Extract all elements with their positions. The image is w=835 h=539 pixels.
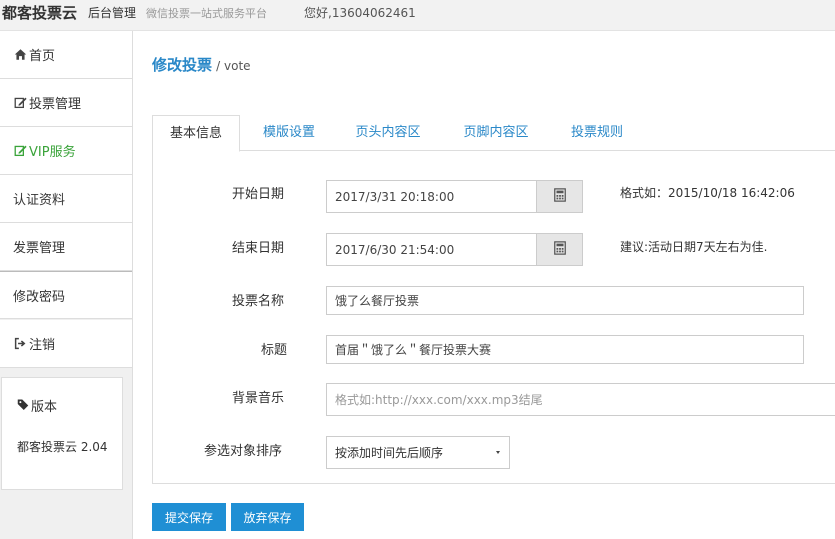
user-greeting: 您好,13604062461 — [304, 6, 416, 20]
brand-subtitle: 后台管理 — [88, 6, 137, 20]
submit-save-button[interactable]: 提交保存 — [152, 503, 226, 531]
sidebar-item-vote-management[interactable]: 投票管理 — [0, 79, 132, 127]
sidebar-item-change-password[interactable]: 修改密码 — [0, 271, 132, 319]
sign-out-icon — [13, 337, 27, 351]
tag-icon — [17, 398, 31, 414]
sort-order-label: 参选对象排序 — [204, 444, 283, 459]
sort-order-select[interactable]: 按添加时间先后顺序 — [326, 436, 510, 469]
page-heading: 修改投票 / vote — [152, 54, 251, 75]
version-title-row: 版本 — [17, 396, 57, 415]
tab-header-content[interactable]: 页头内容区 — [342, 115, 434, 151]
end-date-input[interactable] — [326, 233, 537, 266]
tab-basic-info[interactable]: 基本信息 — [152, 115, 240, 152]
sidebar-item-label: 首页 — [29, 49, 56, 64]
start-date-calendar-button[interactable] — [536, 180, 583, 213]
background-music-input[interactable] — [326, 383, 835, 416]
brand-name: 都客投票云 — [2, 4, 78, 22]
sidebar-item-label: 修改密码 — [13, 289, 66, 305]
tab-vote-rules[interactable]: 投票规则 — [556, 115, 638, 151]
end-date-calendar-button[interactable] — [536, 233, 583, 266]
discard-save-button[interactable]: 放弃保存 — [231, 503, 304, 531]
page-title: 修改投票 — [152, 56, 213, 74]
start-date-input[interactable] — [326, 180, 537, 213]
start-date-hint: 格式如：2015/10/18 16:42:06 — [620, 186, 795, 200]
end-date-hint: 建议:活动日期7天左右为佳. — [620, 240, 768, 254]
background-music-label: 背景音乐 — [232, 391, 285, 406]
tab-footer-content[interactable]: 页脚内容区 — [450, 115, 542, 151]
edit-icon — [13, 144, 27, 158]
home-icon — [13, 48, 27, 62]
version-panel: 版本 都客投票云 2.04 — [1, 377, 123, 490]
sidebar-item-label: 投票管理 — [29, 97, 82, 112]
sidebar-item-vip[interactable]: VIP服务 — [0, 127, 132, 175]
page-subtitle: / vote — [216, 59, 251, 73]
version-text: 都客投票云 2.04 — [17, 440, 108, 454]
calculator-icon — [553, 240, 567, 259]
brand-tagline: 微信投票一站式服务平台 — [146, 7, 267, 20]
sidebar-item-label: 发票管理 — [13, 241, 66, 256]
sidebar-item-logout[interactable]: 注销 — [0, 320, 132, 368]
end-date-label: 结束日期 — [232, 241, 285, 256]
version-title: 版本 — [31, 400, 58, 415]
tab-template[interactable]: 模版设置 — [248, 115, 330, 151]
edit-icon — [13, 96, 27, 110]
sidebar-item-label: 认证资料 — [13, 193, 66, 208]
title-input[interactable] — [326, 335, 804, 364]
calculator-icon — [553, 187, 567, 206]
caret-down-icon — [496, 451, 500, 454]
sidebar-item-home[interactable]: 首页 — [0, 31, 132, 79]
sidebar-item-label: VIP服务 — [29, 145, 76, 160]
sidebar-item-label: 注销 — [29, 338, 56, 353]
vote-name-label: 投票名称 — [232, 294, 285, 309]
sidebar-item-verification[interactable]: 认证资料 — [0, 175, 132, 223]
start-date-label: 开始日期 — [232, 187, 285, 202]
sidebar-item-invoice[interactable]: 发票管理 — [0, 223, 132, 271]
tab-bar: 基本信息 模版设置 页头内容区 页脚内容区 投票规则 — [152, 115, 835, 152]
top-bar: 都客投票云 后台管理 微信投票一站式服务平台 您好,13604062461 — [0, 0, 835, 31]
title-label: 标题 — [261, 343, 288, 358]
vote-name-input[interactable] — [326, 286, 804, 315]
sort-order-value: 按添加时间先后顺序 — [335, 446, 444, 460]
